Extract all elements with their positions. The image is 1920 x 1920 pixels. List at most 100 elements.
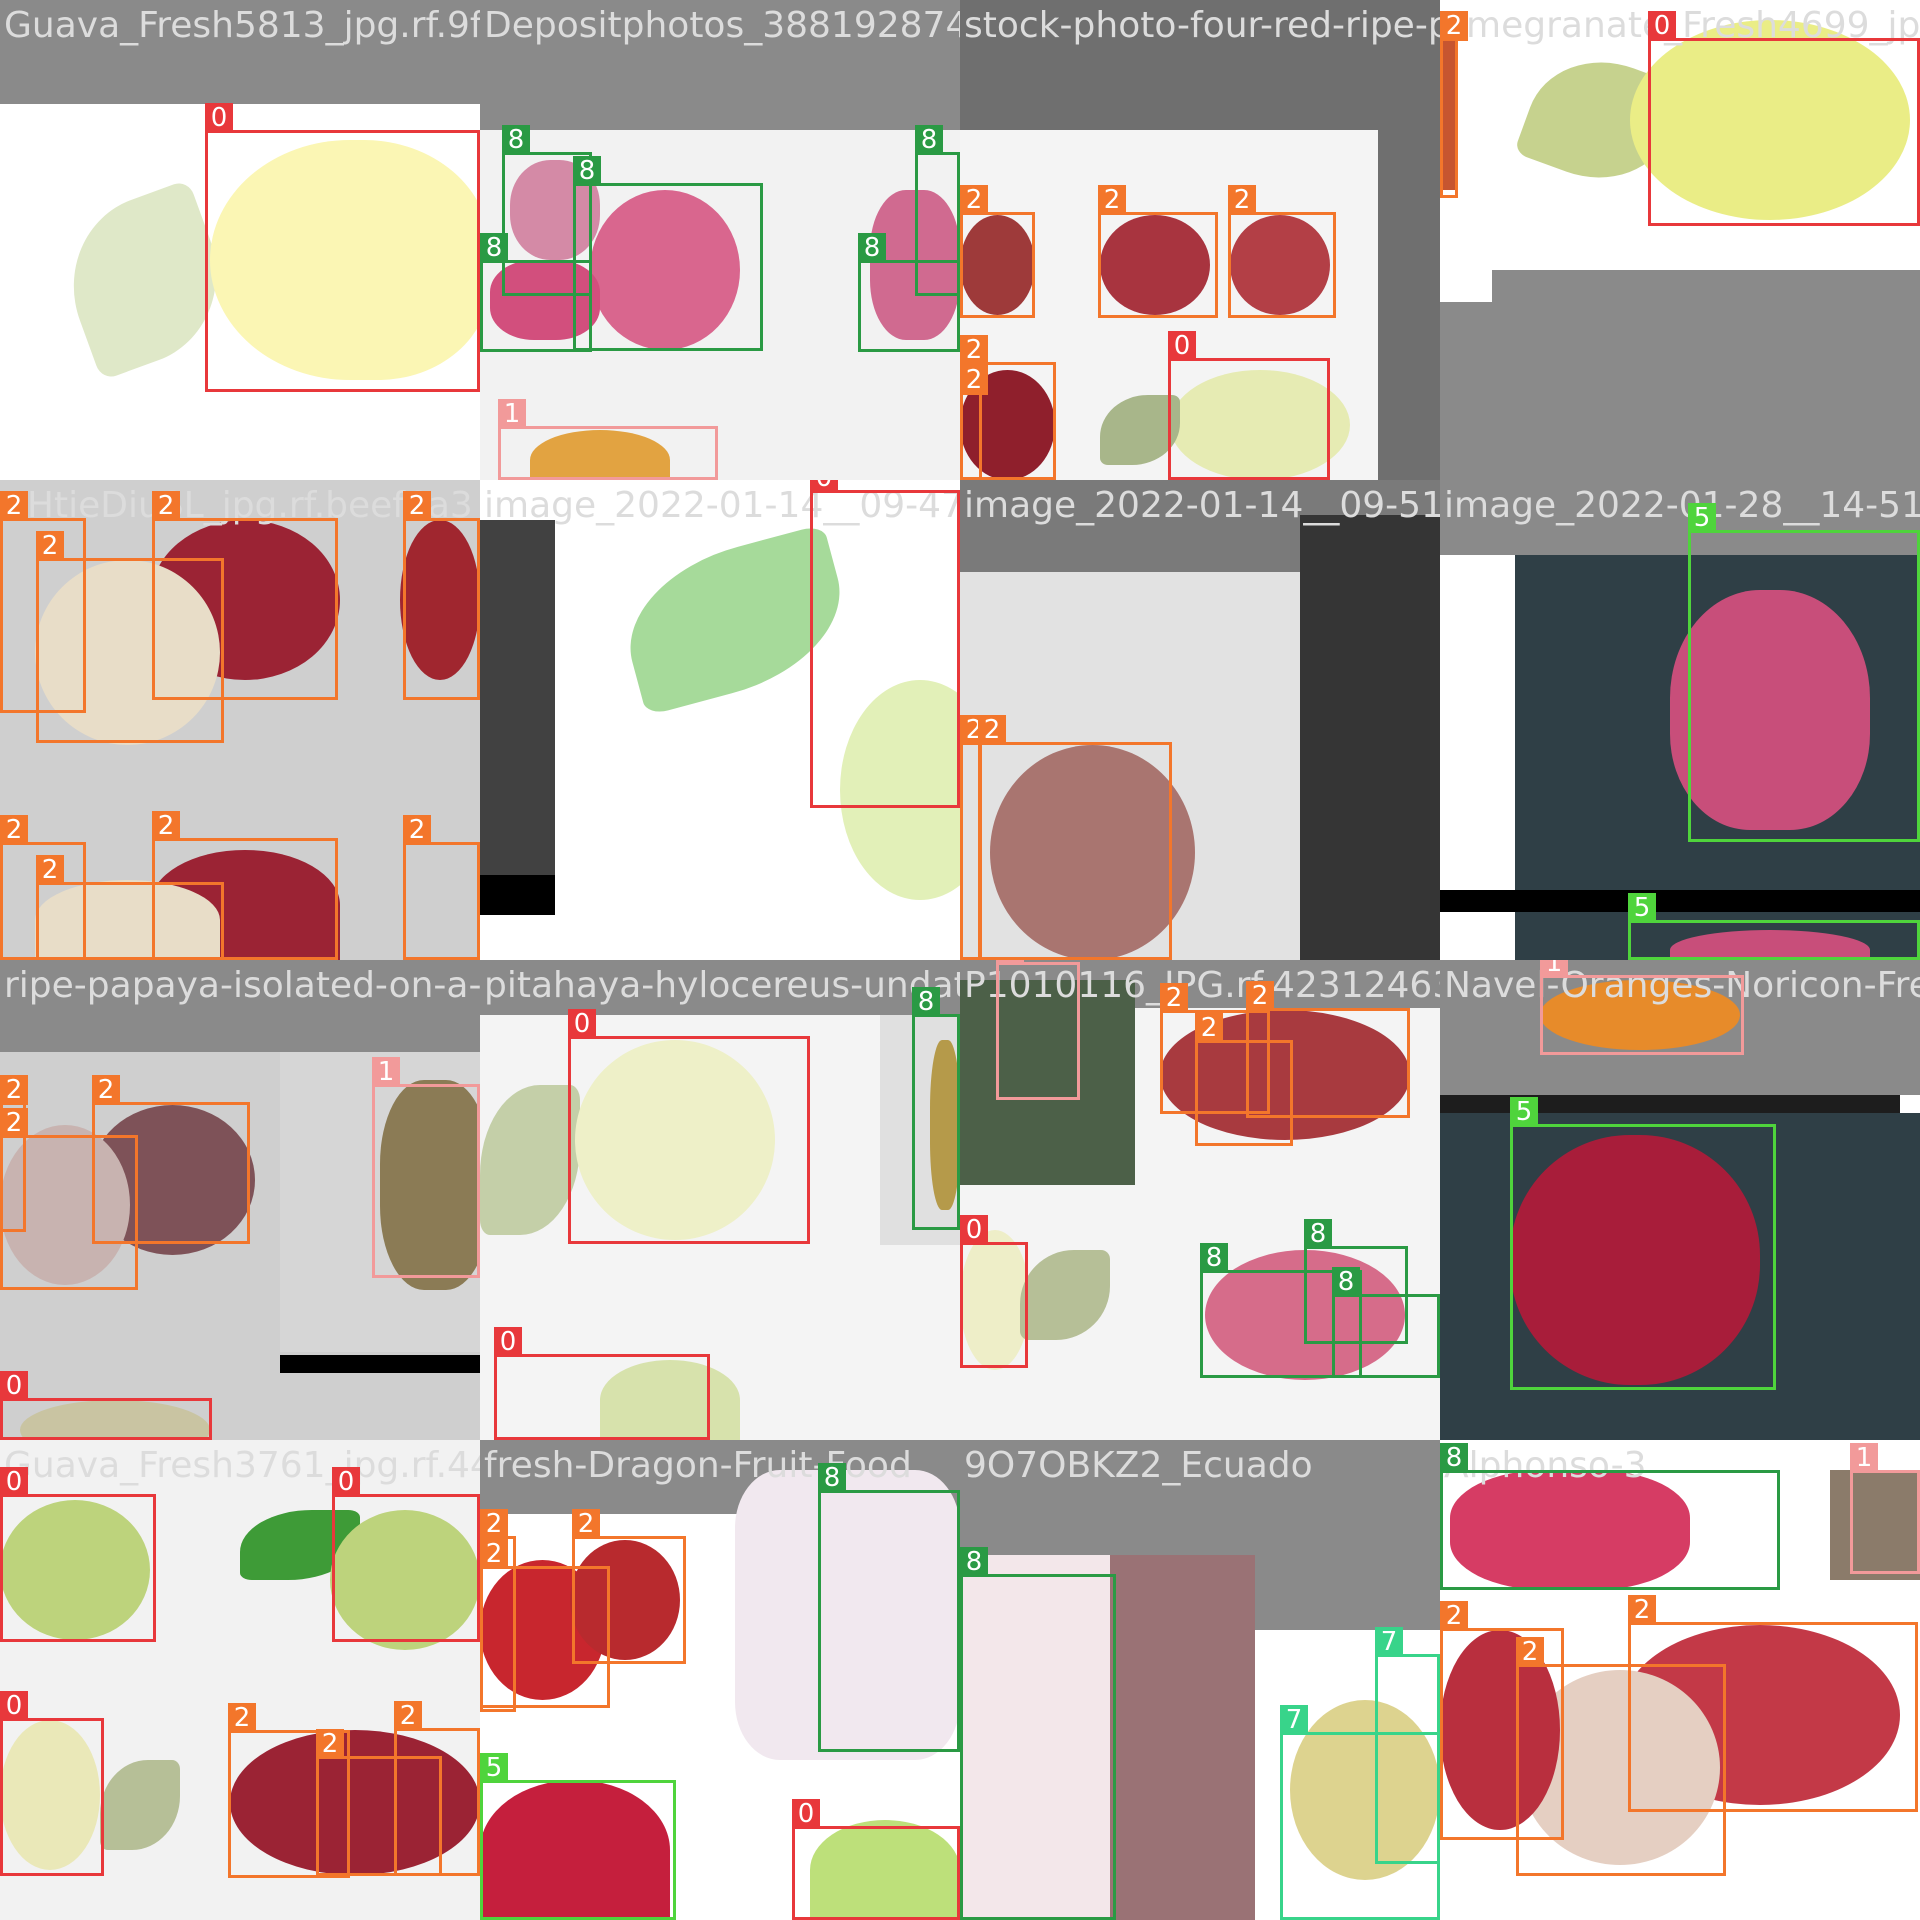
bounding-box: 0 bbox=[332, 1467, 480, 1642]
bounding-box: 2 bbox=[960, 185, 1035, 318]
class-label: 8 bbox=[912, 987, 940, 1017]
class-label: 2 bbox=[480, 1539, 508, 1569]
class-label: 1 bbox=[1850, 1443, 1878, 1473]
class-label: 2 bbox=[36, 531, 64, 561]
bounding-box: 1 bbox=[1540, 960, 1744, 1055]
bounding-box: 0 bbox=[205, 103, 480, 392]
bounding-box: 0 bbox=[960, 1215, 1028, 1368]
class-label: 0 bbox=[1168, 331, 1196, 361]
bounding-box: 8 bbox=[912, 987, 960, 1230]
bounding-box: 5 bbox=[480, 1753, 676, 1920]
class-label: 1 bbox=[372, 1057, 400, 1087]
tile-title: pitahaya-hylocereus-undatus- bbox=[484, 965, 960, 1006]
bounding-box: 2 bbox=[1098, 185, 1218, 318]
bounding-box: 2 bbox=[1628, 1595, 1918, 1812]
bounding-box: 5 bbox=[1510, 1097, 1776, 1390]
guava-leaf bbox=[100, 1760, 180, 1850]
class-label: 7 bbox=[1375, 1627, 1403, 1657]
class-label: 2 bbox=[0, 1108, 28, 1138]
class-label: 2 bbox=[1246, 981, 1274, 1011]
class-label: 2 bbox=[1440, 1601, 1468, 1631]
class-label: 5 bbox=[480, 1753, 508, 1783]
bounding-box: 0 bbox=[0, 1467, 156, 1642]
class-label: 0 bbox=[0, 1467, 28, 1497]
class-label: 1 bbox=[1540, 960, 1568, 978]
class-label: 8 bbox=[573, 156, 601, 186]
bounding-box: 1 bbox=[996, 960, 1080, 1100]
mosaic-tile: image_2022-01-28__14-51 5 5 bbox=[1440, 480, 1920, 960]
bounding-box: 7 bbox=[1280, 1705, 1440, 1920]
tile-title: fresh-Dragon-Fruit-Food bbox=[484, 1445, 912, 1486]
class-label: 2 bbox=[152, 811, 180, 841]
tile-title: image_2022-01-14__09-51 bbox=[964, 485, 1440, 526]
class-label: 8 bbox=[915, 125, 943, 155]
bounding-box: 0 bbox=[1648, 11, 1920, 226]
class-label: 2 bbox=[1516, 1637, 1544, 1667]
mosaic-tile: pitahaya-hylocereus-undatus- 0 8 0 bbox=[480, 960, 960, 1440]
mosaic-tile: image_2022-01-14__09-51 2 2 bbox=[960, 480, 1440, 960]
bounding-box: 5 bbox=[1628, 893, 1920, 960]
class-label: 8 bbox=[1200, 1243, 1228, 1273]
mosaic-tile: ripe-papaya-isolated-on-a-white-backgrou… bbox=[0, 960, 480, 1440]
mosaic-tile: Guava_Fresh3761_jpg.rf.44d 0 0 0 2 2 2 bbox=[0, 1440, 480, 1920]
class-label: 2 bbox=[403, 491, 431, 521]
class-label: 2 bbox=[36, 855, 64, 885]
class-label: 8 bbox=[502, 125, 530, 155]
class-label: 2 bbox=[403, 815, 431, 845]
class-label: 8 bbox=[1332, 1267, 1360, 1297]
class-label: 2 bbox=[1628, 1595, 1656, 1625]
class-label: 5 bbox=[1688, 503, 1716, 533]
tile-title: Depositphotos_38819287435 bbox=[484, 5, 960, 46]
class-label: 2 bbox=[0, 491, 28, 521]
tile-title: Guava_Fresh5813_jpg.rf.9f1 bbox=[4, 5, 480, 46]
tile-title: 9O7OBKZ2_Ecuado bbox=[964, 1445, 1313, 1486]
bounding-box: 1 bbox=[498, 399, 718, 480]
bounding-box: 2 bbox=[152, 491, 338, 700]
bounding-box: 0 bbox=[1168, 331, 1330, 480]
class-label: 2 bbox=[1195, 1013, 1223, 1043]
bounding-box: 2 bbox=[572, 1509, 686, 1664]
class-label: 0 bbox=[792, 1799, 820, 1829]
bounding-box: 1 bbox=[1850, 1443, 1920, 1574]
class-label: 0 bbox=[205, 103, 233, 133]
class-label: 0 bbox=[0, 1691, 28, 1721]
bounding-box: 5 bbox=[1688, 503, 1920, 842]
mosaic-tile: Depositphotos_38819287435 8 8 8 8 8 1 bbox=[480, 0, 960, 480]
class-label: 0 bbox=[494, 1327, 522, 1357]
class-label: 2 bbox=[316, 1729, 344, 1759]
mosaic-tile: stock-photo-four-red-ripe-p 2 2 2 2 2 0 bbox=[960, 0, 1440, 480]
class-label: 2 bbox=[480, 1509, 508, 1539]
bounding-box: 2 bbox=[1440, 11, 1468, 198]
bounding-box: 8 bbox=[1440, 1443, 1780, 1590]
class-label: 2 bbox=[394, 1701, 422, 1731]
tile-title: image_2022-01-28__14-51 bbox=[1444, 485, 1920, 526]
bounding-box: 0 bbox=[0, 1691, 104, 1876]
mosaic-tile: Guava_Fresh5813_jpg.rf.9f1 0 bbox=[0, 0, 480, 480]
mosaic-tile: P1010116_JPG.rf.423124636 1 2 2 2 0 8 8 … bbox=[960, 960, 1440, 1440]
bounding-box: 2 bbox=[1195, 1013, 1293, 1146]
bounding-box: 0 bbox=[568, 1009, 810, 1244]
class-label: 2 bbox=[1160, 983, 1188, 1013]
bounding-box: 2 bbox=[92, 1075, 250, 1244]
class-label: 0 bbox=[1648, 11, 1676, 41]
bounding-box: 2 bbox=[1228, 185, 1336, 318]
mosaic-tile: 9O7OBKZ2_Ecuado 8 7 7 bbox=[960, 1440, 1440, 1920]
class-label: 2 bbox=[960, 365, 988, 395]
class-label: 8 bbox=[818, 1463, 846, 1493]
class-label: 2 bbox=[960, 185, 988, 215]
class-label: 2 bbox=[0, 815, 28, 845]
class-label: 8 bbox=[480, 233, 508, 263]
mosaic-tile: Navel-Oranges-Noricon-Fres 1 5 bbox=[1440, 960, 1920, 1440]
bounding-box: 0 bbox=[0, 1371, 212, 1440]
class-label: 0 bbox=[960, 1215, 988, 1245]
bounding-box: 0 bbox=[494, 1327, 710, 1440]
bounding-box: 8 bbox=[1332, 1267, 1440, 1378]
guava-leaf bbox=[480, 1085, 580, 1235]
bounding-box: 8 bbox=[960, 1547, 1116, 1920]
bounding-box: 8 bbox=[573, 156, 763, 351]
class-label: 8 bbox=[858, 233, 886, 263]
bounding-box: 2 bbox=[316, 1729, 442, 1876]
mosaic-tile: fresh-Dragon-Fruit-Food 2 2 2 8 5 0 bbox=[480, 1440, 960, 1920]
dragon-fruit bbox=[1110, 1555, 1255, 1920]
class-label: 2 bbox=[572, 1509, 600, 1539]
